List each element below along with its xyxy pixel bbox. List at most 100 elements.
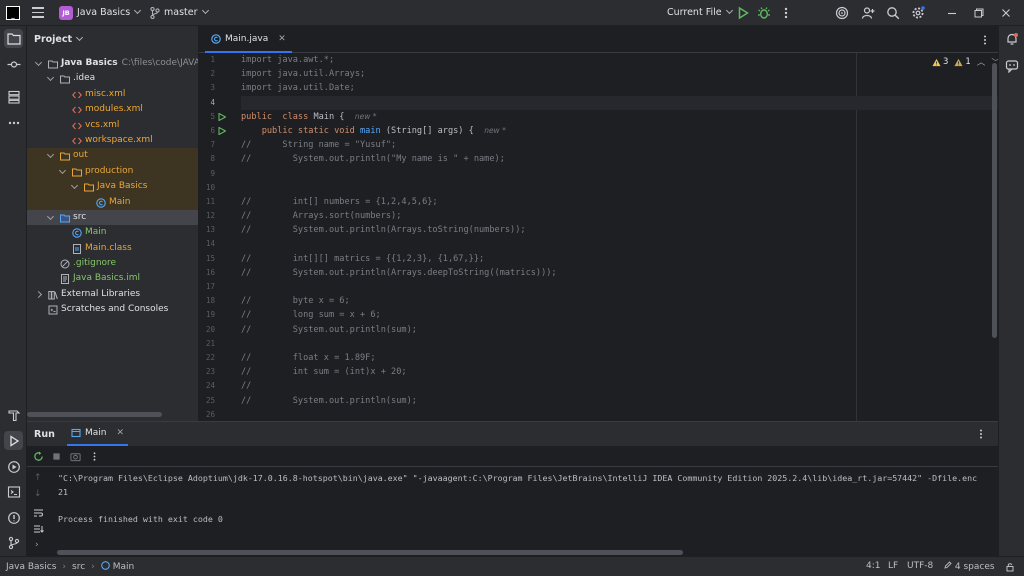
project-tool-button[interactable] [4,29,23,48]
line-number[interactable]: 25 [201,394,215,408]
stop-icon[interactable] [52,452,61,461]
tree-item[interactable]: Scratches and Consoles [27,302,198,317]
code-line[interactable]: 25// System.out.println(sum); [206,394,1001,408]
tree-item[interactable]: .gitignore [27,256,198,271]
run-tool-button[interactable] [4,431,23,450]
vertical-scrollbar[interactable] [992,63,997,338]
close-tab-icon[interactable]: ✕ [278,34,286,44]
line-number[interactable]: 15 [201,252,215,266]
code-line[interactable]: 5 public class Main { new * [210,110,1001,124]
inspections-widget[interactable]: 3 1 ︿ ﹀ [932,56,1000,68]
file-encoding[interactable]: UTF-8 [907,561,933,571]
code-line[interactable]: 26 [206,408,1001,421]
line-number[interactable]: 19 [201,308,215,322]
project-panel-title[interactable]: Project [34,33,84,45]
tree-item[interactable]: Main [27,194,198,210]
code-line[interactable]: 17 [206,280,1001,294]
tree-item[interactable]: src [27,209,198,226]
code-line[interactable]: 10 [206,181,1001,195]
structure-tool-button[interactable] [4,87,23,106]
chevron-down-icon[interactable] [46,212,55,220]
more-tools-button[interactable] [4,113,23,132]
code-line[interactable]: 22// float x = 1.89F; [206,351,1001,365]
soft-wrap-icon[interactable] [33,508,44,518]
line-number[interactable]: 13 [201,223,215,237]
code-line[interactable]: 8// System.out.println("My name is " + n… [210,152,1001,166]
chevron-up-icon[interactable]: ︿ [977,56,986,68]
tab-main-java[interactable]: Main.java ✕ [205,26,292,53]
gutter-run-icon[interactable] [218,126,226,135]
tree-item[interactable]: vcs.xml [27,118,198,133]
terminal-tool-button[interactable] [4,482,23,501]
code-line[interactable]: 18// byte x = 6; [206,294,1001,308]
code-line[interactable]: 1 import java.awt.*; [210,53,1001,67]
chevron-down-icon[interactable] [58,166,67,174]
line-number[interactable]: 21 [201,337,215,351]
tree-item[interactable]: Java BasicsC:\files\code\JAVA\Ja [27,56,198,71]
code-line[interactable]: 2 import java.util.Arrays; [210,67,1001,81]
arrow-up-icon[interactable]: ↑ [34,473,42,483]
caret-position[interactable]: 4:1 [866,561,880,571]
line-number[interactable]: 3 [201,81,215,95]
services-tool-button[interactable] [4,457,23,476]
code-line[interactable]: 23// int sum = (int)x + 20; [206,365,1001,379]
close-window-icon[interactable] [999,6,1013,20]
line-number[interactable]: 1 [201,53,215,67]
inlay-hint[interactable]: new * [484,126,506,135]
minimize-icon[interactable] [945,6,959,20]
ai-chat-icon[interactable] [1005,59,1019,73]
line-separator[interactable]: LF [888,561,898,571]
console-output[interactable]: "C:\Program Files\Eclipse Adoptium\jdk-1… [58,472,998,526]
breadcrumb-item[interactable]: Java Basics [6,562,56,572]
line-number[interactable]: 16 [201,266,215,280]
debug-icon[interactable] [757,6,771,20]
code-line[interactable]: 12// Arrays.sort(numbers); [206,209,1001,223]
horizontal-scrollbar[interactable] [27,412,162,417]
line-number[interactable]: 24 [201,379,215,393]
chevron-right-icon[interactable]: › [35,540,39,550]
panel-options-icon[interactable] [975,428,987,440]
arrow-down-icon[interactable]: ↓ [34,489,42,499]
code-line[interactable]: 20// System.out.println(sum); [206,323,1001,337]
line-number[interactable]: 5 [201,110,215,124]
breadcrumb-item[interactable]: src [72,562,85,572]
line-number[interactable]: 11 [201,195,215,209]
code-line[interactable]: 24// [206,379,1001,393]
tree-item[interactable]: External Libraries [27,287,198,302]
code-line[interactable]: 13// System.out.println(Arrays.toString(… [206,223,1001,237]
console-horizontal-scrollbar[interactable] [57,550,683,555]
tree-item[interactable]: workspace.xml [27,133,198,148]
code-line[interactable]: 21 [206,337,1001,351]
search-icon[interactable] [886,6,900,20]
line-number[interactable]: 14 [201,237,215,251]
code-line[interactable]: 11// int[] numbers = {1,2,4,5,6}; [206,195,1001,209]
tree-item[interactable]: out [27,148,198,164]
tree-item[interactable]: Main [27,225,198,240]
line-number[interactable]: 7 [201,138,215,152]
ai-assistant-icon[interactable] [835,6,849,20]
code-line[interactable]: 9 [210,167,1001,181]
main-menu-icon[interactable] [32,7,44,18]
line-number[interactable]: 17 [201,280,215,294]
chevron-right-icon[interactable] [34,290,43,298]
line-number[interactable]: 8 [201,152,215,166]
tree-item[interactable]: Java Basics.iml [27,271,198,286]
version-control-tool-button[interactable] [4,533,23,552]
more-icon[interactable] [89,451,100,462]
code-line[interactable]: 14 [206,237,1001,251]
scroll-to-end-icon[interactable] [33,524,44,534]
line-number[interactable]: 6 [201,124,215,138]
breadcrumb-item[interactable]: Main [113,562,135,572]
line-number[interactable]: 9 [201,167,215,181]
close-run-tab-icon[interactable]: ✕ [117,428,125,438]
rerun-icon[interactable] [33,451,44,462]
line-number[interactable]: 18 [201,294,215,308]
code-line[interactable]: 16// System.out.println(Arrays.deepToStr… [206,266,1001,280]
tree-item[interactable]: production [27,163,198,180]
line-number[interactable]: 23 [201,365,215,379]
project-badge[interactable]: JB [59,6,73,20]
lock-icon[interactable] [1005,562,1015,572]
chevron-down-icon[interactable] [34,58,43,67]
line-number[interactable]: 4 [201,96,215,110]
gutter-run-icon[interactable] [218,112,226,121]
